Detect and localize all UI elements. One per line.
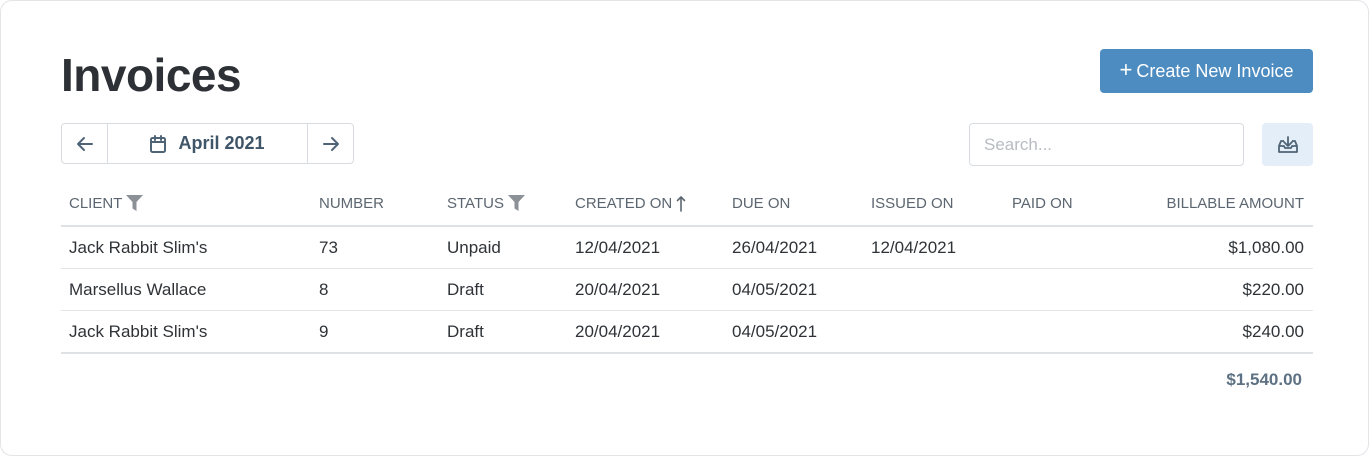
- cell-issued-on: [863, 310, 1004, 354]
- cell-created-on: 12/04/2021: [567, 226, 724, 269]
- cell-amount: $240.00: [1149, 310, 1313, 354]
- cell-client: Marsellus Wallace: [61, 268, 311, 311]
- filter-icon[interactable]: [126, 195, 144, 211]
- cell-created-on: 20/04/2021: [567, 310, 724, 354]
- cell-due-on: 04/05/2021: [724, 310, 863, 354]
- table-row[interactable]: Marsellus Wallace 8 Draft 20/04/2021 04/…: [61, 268, 1313, 311]
- cell-client: Jack Rabbit Slim's: [61, 310, 311, 354]
- previous-month-button[interactable]: [62, 124, 108, 163]
- month-navigator: April 2021: [61, 123, 354, 164]
- total-amount: $1,540.00: [1226, 370, 1302, 389]
- download-tray-icon: [1277, 135, 1298, 153]
- cell-client: Jack Rabbit Slim's: [61, 226, 311, 269]
- column-header-number[interactable]: Number: [311, 181, 439, 227]
- table-row[interactable]: Jack Rabbit Slim's 73 Unpaid 12/04/2021 …: [61, 226, 1313, 269]
- arrow-right-icon: [322, 136, 339, 151]
- column-header-created-on[interactable]: Created On: [567, 181, 724, 227]
- table-header-row: Client Number Status: [61, 181, 1313, 227]
- cell-created-on: 20/04/2021: [567, 268, 724, 311]
- cell-paid-on: [1004, 310, 1149, 354]
- cell-paid-on: [1004, 268, 1149, 311]
- column-header-issued-on[interactable]: Issued On: [863, 181, 1004, 227]
- cell-amount: $1,080.00: [1149, 226, 1313, 269]
- cell-number: 8: [311, 268, 439, 311]
- invoices-panel: Invoices + Create New Invoice April 2021: [0, 0, 1369, 456]
- invoices-table: Client Number Status: [61, 181, 1313, 354]
- search-input[interactable]: [969, 123, 1244, 166]
- column-header-due-on[interactable]: Due On: [724, 181, 863, 227]
- cell-number: 73: [311, 226, 439, 269]
- cell-issued-on: 12/04/2021: [863, 226, 1004, 269]
- current-month-label: April 2021: [178, 133, 265, 153]
- arrow-left-icon: [76, 136, 93, 151]
- cell-status: Unpaid: [439, 226, 567, 269]
- column-header-paid-on[interactable]: Paid On: [1004, 181, 1149, 227]
- cell-paid-on: [1004, 226, 1149, 269]
- column-header-client[interactable]: Client: [61, 181, 311, 227]
- calendar-icon: [150, 134, 167, 153]
- page-title: Invoices: [61, 49, 242, 101]
- cell-issued-on: [863, 268, 1004, 311]
- cell-due-on: 04/05/2021: [724, 268, 863, 311]
- export-button[interactable]: [1262, 123, 1313, 166]
- cell-status: Draft: [439, 310, 567, 354]
- column-header-status[interactable]: Status: [439, 181, 567, 227]
- table-row[interactable]: Jack Rabbit Slim's 9 Draft 20/04/2021 04…: [61, 310, 1313, 354]
- cell-amount: $220.00: [1149, 268, 1313, 311]
- create-new-invoice-label: Create New Invoice: [1136, 60, 1294, 81]
- filter-icon[interactable]: [507, 195, 525, 211]
- month-selector[interactable]: April 2021: [108, 124, 307, 163]
- column-header-billable-amount[interactable]: Billable Amount: [1149, 181, 1313, 227]
- cell-due-on: 26/04/2021: [724, 226, 863, 269]
- next-month-button[interactable]: [307, 124, 353, 163]
- create-new-invoice-button[interactable]: + Create New Invoice: [1100, 49, 1313, 93]
- sort-ascending-icon[interactable]: [676, 195, 686, 212]
- plus-icon: +: [1119, 57, 1133, 82]
- cell-status: Draft: [439, 268, 567, 311]
- cell-number: 9: [311, 310, 439, 354]
